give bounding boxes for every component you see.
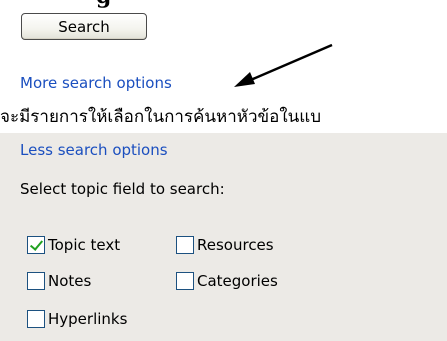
- notes-label: Notes: [48, 272, 92, 290]
- hyperlinks-checkbox[interactable]: [27, 310, 45, 328]
- more-search-options-link[interactable]: More search options: [20, 74, 172, 92]
- topic-text-checkbox[interactable]: [27, 236, 45, 254]
- option-categories[interactable]: Categories: [176, 272, 278, 290]
- pointer-arrow-icon: [234, 43, 333, 87]
- categories-label: Categories: [197, 272, 278, 290]
- topic-text-label: Topic text: [48, 236, 121, 254]
- less-search-options-link[interactable]: Less search options: [20, 141, 168, 159]
- resources-checkbox[interactable]: [176, 236, 194, 254]
- option-notes[interactable]: Notes: [27, 272, 91, 290]
- hyperlinks-label: Hyperlinks: [48, 310, 128, 328]
- cropped-heading-text: g: [96, 0, 111, 7]
- resources-label: Resources: [197, 236, 274, 254]
- categories-checkbox[interactable]: [176, 272, 194, 290]
- search-options-panel: Less search options Select topic field t…: [0, 133, 447, 341]
- notes-checkbox[interactable]: [27, 272, 45, 290]
- option-resources[interactable]: Resources: [176, 236, 274, 254]
- option-hyperlinks[interactable]: Hyperlinks: [27, 310, 127, 328]
- search-button[interactable]: Search: [21, 13, 147, 40]
- field-select-title: Select topic field to search:: [20, 180, 225, 198]
- thai-instruction-text: จะมีรายการให้เลือกในการค้นหาหัวข้อในแบ: [0, 107, 322, 127]
- option-topic-text[interactable]: Topic text: [27, 236, 120, 254]
